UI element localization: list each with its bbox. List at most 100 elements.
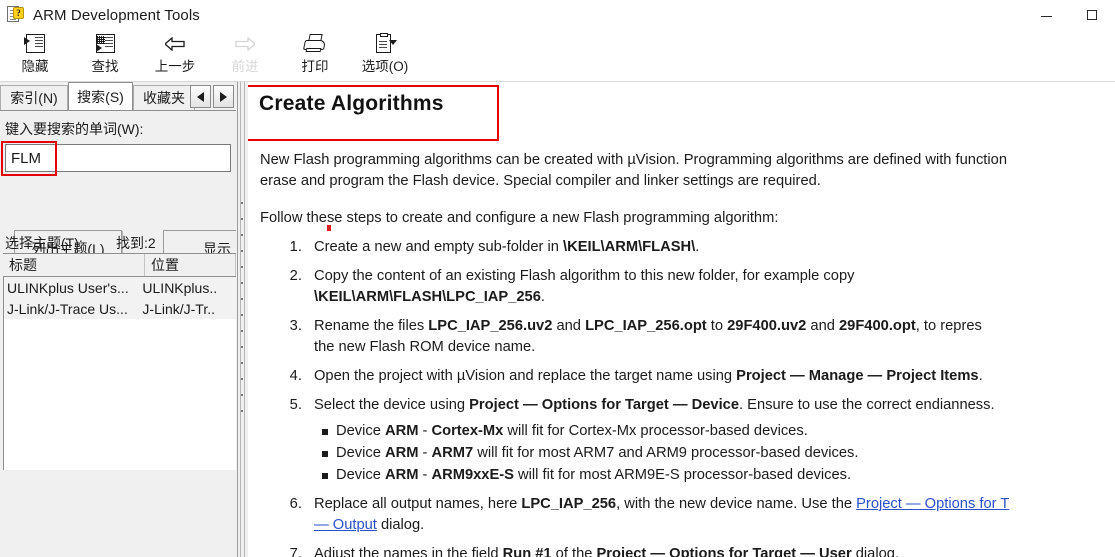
forward-arrow-icon xyxy=(232,33,258,57)
chevron-left-icon xyxy=(197,91,204,102)
plain-text: the new Flash ROM device name. xyxy=(314,339,536,355)
row-title: J-Link/J-Trace Us... xyxy=(7,300,128,317)
step-text: Rename the files LPC_IAP_256.uv2 and LPC… xyxy=(314,318,982,355)
step-item: Replace all output names, here LPC_IAP_2… xyxy=(306,494,1115,536)
minimize-button[interactable] xyxy=(1023,0,1069,30)
emphasis-text: Project — Manage — Project Items xyxy=(736,368,979,384)
help-content-pane: Create Algorithms New Flash programming … xyxy=(248,82,1115,557)
toolbar-label-find: 查找 xyxy=(91,59,119,74)
step-text: Open the project with µVision and replac… xyxy=(314,368,983,384)
plain-text: Adjust the names in the field xyxy=(314,546,503,557)
tab-search[interactable]: 搜索(S) xyxy=(68,82,133,110)
panel-splitter[interactable] xyxy=(236,82,248,557)
toolbar-label-options: 选项(O) xyxy=(361,59,409,74)
plain-text: Rename the files xyxy=(314,318,429,334)
emphasis-text: Run #1 xyxy=(502,546,552,557)
inline-link[interactable]: — Output xyxy=(314,517,377,533)
plain-text: , with the new device name. Use the xyxy=(616,496,857,512)
emphasis-text: 29F400.uv2 xyxy=(727,318,807,334)
plain-text: . xyxy=(540,289,545,305)
emphasis-text: 29F400.opt xyxy=(839,318,916,334)
splitter-line xyxy=(237,82,238,557)
step-item: Select the device using Project — Option… xyxy=(306,395,1115,486)
plain-text: and xyxy=(552,318,586,334)
column-header-title[interactable]: 标题 xyxy=(3,254,145,276)
step-text: Select the device using Project — Option… xyxy=(314,397,995,413)
help-viewer-window: ? ARM Development Tools 隐藏 查找 上一步 前进 打印 … xyxy=(0,0,1115,557)
search-field-label: 键入要搜索的单词(W): xyxy=(5,121,144,137)
plain-text: - xyxy=(418,467,432,483)
window-controls xyxy=(1023,0,1115,30)
toolbar-button-find[interactable]: 查找 xyxy=(70,30,140,82)
plain-text: Select the device using xyxy=(314,397,470,413)
toolbar-button-back[interactable]: 上一步 xyxy=(140,30,210,82)
splitter-grip[interactable] xyxy=(241,202,243,412)
results-count-label: 找到:2 xyxy=(116,235,156,251)
step-item: Rename the files LPC_IAP_256.uv2 and LPC… xyxy=(306,316,1115,358)
toolbar-label-forward: 前进 xyxy=(231,59,259,74)
splitter-line xyxy=(244,82,245,557)
step-text: Adjust the names in the field Run #1 of … xyxy=(314,546,899,557)
plain-text: Device xyxy=(336,423,385,439)
tab-search-label: 搜索(S) xyxy=(77,88,124,105)
emphasis-text: LPC_IAP_256 xyxy=(521,496,617,512)
follow-steps-paragraph: Follow these steps to create and configu… xyxy=(260,210,779,226)
help-document-icon: ? xyxy=(7,6,24,24)
steps-list: Create a new and empty sub-folder in \KE… xyxy=(270,237,1115,557)
toolbar-label-hide: 隐藏 xyxy=(21,59,49,74)
find-icon xyxy=(92,33,118,57)
emphasis-text: LPC_IAP_256.uv2 xyxy=(428,318,553,334)
plain-text: to xyxy=(706,318,728,334)
window-title: ARM Development Tools xyxy=(33,6,200,24)
plain-text: . Ensure to use the correct endianness. xyxy=(739,397,995,413)
navigation-tabstrip: 索引(N) 搜索(S) 收藏夹 xyxy=(0,82,236,110)
list-item: Device ARM - Cortex-Mx will fit for Cort… xyxy=(322,420,1115,442)
list-item: Device ARM - ARM9xxE-S will fit for most… xyxy=(322,464,1115,486)
plain-text: . xyxy=(695,239,700,255)
plain-text: Replace all output names, here xyxy=(314,496,522,512)
intro-paragraph-line2: erase and program the Flash device. Spec… xyxy=(260,173,821,189)
plain-text: Create a new and empty sub-folder in xyxy=(314,239,564,255)
search-tab-panel: 键入要搜索的单词(W): FLM 列出主题(L) 显示 选择主题(T): 找到:… xyxy=(0,110,236,557)
options-clipboard-icon xyxy=(372,33,398,57)
toolbar-button-hide[interactable]: 隐藏 xyxy=(0,30,70,82)
tab-favorites-label: 收藏夹 xyxy=(143,90,185,106)
navigation-panel: 索引(N) 搜索(S) 收藏夹 键入要搜索的单词(W): FLM 列出主题(L)… xyxy=(0,82,236,557)
step-text: Copy the content of an existing Flash al… xyxy=(314,268,854,305)
emphasis-text: ARM9xxE-S xyxy=(431,467,514,483)
toolbar-button-print[interactable]: 打印 xyxy=(280,30,350,82)
results-grid-body[interactable]: ULINKplus User's... ULINKplus.. J-Link/J… xyxy=(3,277,236,470)
row-title: ULINKplus User's... xyxy=(7,279,129,296)
plain-text: Copy the content of an existing Flash al… xyxy=(314,268,855,284)
maximize-button[interactable] xyxy=(1069,0,1115,30)
row-location: J-Link/J-Tr.. xyxy=(142,300,216,317)
inline-link[interactable]: Project — Options for T xyxy=(856,496,1009,512)
column-header-location[interactable]: 位置 xyxy=(145,254,236,276)
step-item: Adjust the names in the field Run #1 of … xyxy=(306,544,1115,557)
emphasis-text: Project — Options for Target — User xyxy=(596,546,852,557)
search-input[interactable]: FLM xyxy=(5,144,231,172)
tab-index[interactable]: 索引(N) xyxy=(0,85,68,110)
plain-text: will fit for most ARM7 and ARM9 processo… xyxy=(473,445,859,461)
emphasis-text: LPC_IAP_256.opt xyxy=(585,318,707,334)
step-item: Copy the content of an existing Flash al… xyxy=(306,266,1115,308)
emphasis-text: ARM xyxy=(384,467,419,483)
emphasis-text: Cortex-Mx xyxy=(431,423,504,439)
search-input-value: FLM xyxy=(11,149,41,167)
plain-text: , to repres xyxy=(915,318,982,334)
plain-text: dialog. xyxy=(851,546,900,557)
toolbar-button-forward[interactable]: 前进 xyxy=(210,30,280,82)
chevron-right-icon xyxy=(220,91,227,102)
tab-favorites[interactable]: 收藏夹 xyxy=(133,85,195,110)
table-row[interactable]: J-Link/J-Trace Us... J-Link/J-Tr.. xyxy=(4,298,236,319)
tab-scroll-left-button[interactable] xyxy=(190,85,211,108)
toolbar-button-options[interactable]: 选项(O) xyxy=(350,30,420,82)
sub-bullet-list: Device ARM - Cortex-Mx will fit for Cort… xyxy=(314,420,1115,486)
table-row[interactable]: ULINKplus User's... ULINKplus.. xyxy=(4,277,236,298)
toolbar: 隐藏 查找 上一步 前进 打印 选项(O) xyxy=(0,30,1115,82)
plain-text: - xyxy=(418,445,432,461)
tab-scroll-right-button[interactable] xyxy=(213,85,234,108)
minimize-icon xyxy=(1040,15,1052,17)
row-location: ULINKplus.. xyxy=(142,279,218,296)
emphasis-text: \KEIL\ARM\FLASH\LPC_IAP_256 xyxy=(314,289,541,305)
